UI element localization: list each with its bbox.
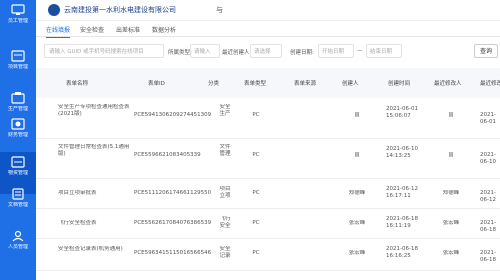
cell-form-type: PC — [252, 190, 260, 196]
col-form-name: 表单名称 — [66, 81, 89, 87]
col-creator: 创建人 — [342, 81, 359, 87]
cell-create-time: 2021-06-12 16:17:11 — [386, 186, 418, 199]
query-button[interactable]: 查询 — [474, 44, 498, 58]
table-row[interactable]: 文件管理日常检查表(5.1通用版) PCE5596621083405339 文件… — [36, 138, 500, 179]
tab-online-fill[interactable]: 在线填报 — [46, 25, 71, 38]
cell-create-time: 2021-06-01 15:06:07 — [386, 106, 418, 119]
tab-data-analysis[interactable]: 数据分析 — [152, 25, 176, 34]
date-separator: — — [357, 48, 363, 54]
date-start-input[interactable]: 开始日期 — [318, 44, 354, 58]
col-form-source: 表单来源 — [294, 81, 317, 87]
project-icon — [11, 50, 25, 62]
top-bar: 云南建投第一水利水电建设有限公司 与 — [36, 0, 500, 21]
document-icon — [12, 188, 24, 200]
sidebar-item-label: 生产管理 — [7, 106, 28, 112]
cell-create-time: 2021-06-18 16:11:19 — [386, 216, 418, 229]
cell-last-modified: 2021-06-18 — [480, 250, 496, 263]
cell-last-modified: 2021-06-01 — [480, 112, 496, 125]
cell-form-id: PCE5941306209274451309 — [134, 112, 212, 118]
sidebar-item-person[interactable]: 人员管理 — [0, 226, 36, 268]
table-row[interactable]: 安全生产专项检查通用检查表(2021版) PCE5941306209274451… — [36, 98, 500, 139]
cell-category: 安全生产 — [219, 104, 231, 117]
cell-form-id: PCE5596621083405339 — [134, 152, 201, 158]
table-row[interactable]: 飞行安全检查表 PCE5562617084076386539 飞行安全 PC 张… — [36, 208, 500, 239]
cell-form-name[interactable]: 文件管理日常检查表(5.1通用版) — [58, 144, 132, 158]
cell-category: 安全记录 — [219, 246, 231, 259]
header-tail: 与 — [216, 6, 223, 14]
sidebar-item-label: 员工管理 — [7, 18, 28, 24]
cell-create-time: 2021-06-10 14:13:25 — [386, 146, 418, 159]
cell-form-type: PC — [252, 250, 260, 256]
cell-category: 飞行安全 — [219, 216, 231, 229]
col-form-type: 表单类型 — [244, 81, 267, 87]
tab-bar: 在线填报 安全检查 出差标准 数据分析 — [36, 22, 500, 38]
tab-travel-standard[interactable]: 出差标准 — [116, 25, 140, 34]
company-logo — [48, 4, 60, 16]
cell-category: 文件管理 — [219, 144, 231, 157]
sidebar-item-label: 财务管理 — [7, 132, 28, 138]
cell-form-name[interactable]: 安全检查记录表(机务通用) — [58, 246, 132, 253]
cell-form-id: PCE5111206174661129550 — [134, 190, 212, 196]
cell-last-modifier: 张宏峰 — [442, 220, 460, 226]
cell-create-time: 2021-06-18 16:16:25 — [386, 246, 418, 259]
cell-category: 项目立项 — [219, 186, 231, 199]
cell-form-name[interactable]: 飞行安全检查表 — [58, 220, 132, 227]
col-form-id: 表单ID — [148, 81, 165, 87]
cell-last-modifier: 张宏峰 — [442, 250, 460, 256]
col-last-modifier: 最近修改人 — [434, 81, 462, 87]
sidebar-item-label: 人员管理 — [7, 244, 28, 250]
cell-creator: 曾 — [354, 112, 360, 118]
col-create-time: 创建时间 — [388, 81, 411, 87]
cell-form-name[interactable]: 安全生产专项检查通用检查表(2021版) — [58, 104, 132, 118]
sidebar-item-home[interactable]: 员工管理 — [0, 0, 36, 42]
sidebar-item-finance[interactable]: 财务管理 — [0, 114, 36, 156]
cell-form-type: PC — [252, 112, 260, 118]
table-header: 表单名称 表单ID 分类 表单类型 表单来源 创建人 创建时间 最近修改人 最近… — [36, 68, 500, 98]
finance-icon — [11, 118, 25, 130]
sidebar: 员工管理 项目管理 生产管理 财务管理 物资管理 文档管理 人员管理 — [0, 0, 36, 280]
creator-label: 最近创建人: — [222, 50, 252, 56]
cell-creator: 郑德峰 — [348, 190, 366, 196]
col-last-modified: 最近修改 — [480, 81, 500, 87]
search-input[interactable]: 请输入 GUID 或手机号码搜索在线项目 — [44, 44, 164, 58]
company-title: 云南建投第一水利水电建设有限公司 — [64, 6, 176, 14]
cell-last-modified: 2021-06-18 — [480, 220, 496, 233]
cell-form-id: PCE5963415115016566546 — [134, 250, 212, 256]
sidebar-item-label: 文档管理 — [7, 202, 28, 208]
cell-last-modifier: 曾 — [448, 112, 454, 118]
cell-last-modifier: 曾 — [448, 152, 454, 158]
sidebar-item-project[interactable]: 项目管理 — [0, 46, 36, 88]
type-label: 所属类型: — [168, 50, 192, 56]
sidebar-item-label: 项目管理 — [7, 64, 28, 70]
tab-safety-check[interactable]: 安全检查 — [80, 25, 104, 34]
cell-creator: 曾 — [354, 152, 360, 158]
cell-form-id: PCE5562617084076386539 — [134, 220, 212, 226]
cell-last-modifier: 郑德峰 — [442, 190, 460, 196]
cell-creator: 张宏峰 — [348, 220, 366, 226]
cell-form-type: PC — [252, 152, 260, 158]
home-icon — [11, 4, 25, 15]
filter-bar: 请输入 GUID 或手机号码搜索在线项目 所属类型: 请输入 最近创建人: 请选… — [36, 40, 500, 62]
cell-form-type: PC — [252, 220, 260, 226]
person-icon — [12, 230, 24, 242]
production-icon — [11, 92, 25, 104]
cell-last-modified: 2021-06-10 — [480, 152, 496, 165]
sidebar-item-label: 物资管理 — [7, 170, 28, 176]
date-label: 创建日期: — [290, 50, 314, 56]
material-icon — [11, 156, 25, 168]
creator-select[interactable]: 请选择 — [250, 44, 282, 58]
cell-creator: 张宏峰 — [348, 250, 366, 256]
type-select[interactable]: 请输入 — [190, 44, 220, 58]
sidebar-item-document[interactable]: 文档管理 — [0, 184, 36, 226]
table-row[interactable]: 项目立项审批表 PCE5111206174661129550 项目立项 PC 郑… — [36, 178, 500, 209]
cell-form-name[interactable]: 项目立项审批表 — [58, 190, 132, 197]
cell-last-modified: 2021-06-12 — [480, 190, 496, 203]
col-category: 分类 — [208, 81, 220, 87]
table-row[interactable]: 安全检查记录表(机务通用) PCE5963415115016566546 安全记… — [36, 238, 500, 271]
date-end-input[interactable]: 结束日期 — [366, 44, 402, 58]
